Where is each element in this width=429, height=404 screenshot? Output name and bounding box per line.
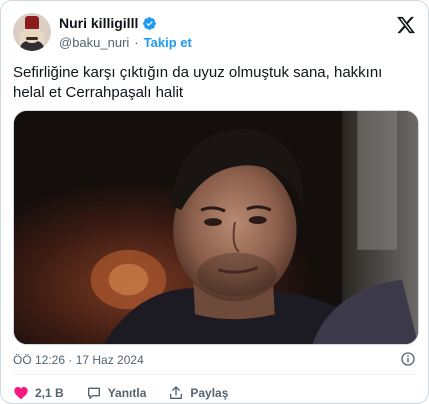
verified-badge-icon [143,16,157,30]
author-name-row: Nuri killigilll [59,15,157,31]
divider [13,374,416,375]
tweet-actions: 2,1 B Yanıtla Paylaş [13,383,228,403]
speech-bubble-icon [87,387,100,399]
still-image-man-portrait [14,111,418,344]
tweet-text: Sefirliğine karşı çıktığın da uyuz olmuş… [13,64,383,101]
author-display-name[interactable]: Nuri killigilll [59,15,138,31]
heart-icon [14,387,28,400]
tweet-media-image[interactable] [13,110,419,345]
share-label: Paylaş [190,386,229,400]
reply-label: Yanıtla [107,386,147,400]
follow-button[interactable]: Takip et [144,35,192,50]
tweet-card[interactable]: Nuri killigilll @baku_nuri · Takip et Se… [0,0,429,404]
like-button[interactable]: 2,1 B [13,385,64,401]
separator-dot: · [134,35,139,50]
x-logo-icon[interactable] [396,15,416,35]
share-button[interactable]: Paylaş [168,385,228,401]
like-count: 2,1 B [35,386,64,400]
info-icon[interactable] [400,351,416,367]
author-handle-row: @baku_nuri · Takip et [59,35,192,50]
reply-button[interactable]: Yanıtla [86,385,147,401]
avatar[interactable] [13,13,51,51]
share-icon [170,386,183,399]
author-handle[interactable]: @baku_nuri [59,35,129,50]
tweet-timestamp[interactable]: ÖÖ 12:26 · 17 Haz 2024 [13,353,144,367]
tweet-header: Nuri killigilll @baku_nuri · Takip et [13,13,416,53]
